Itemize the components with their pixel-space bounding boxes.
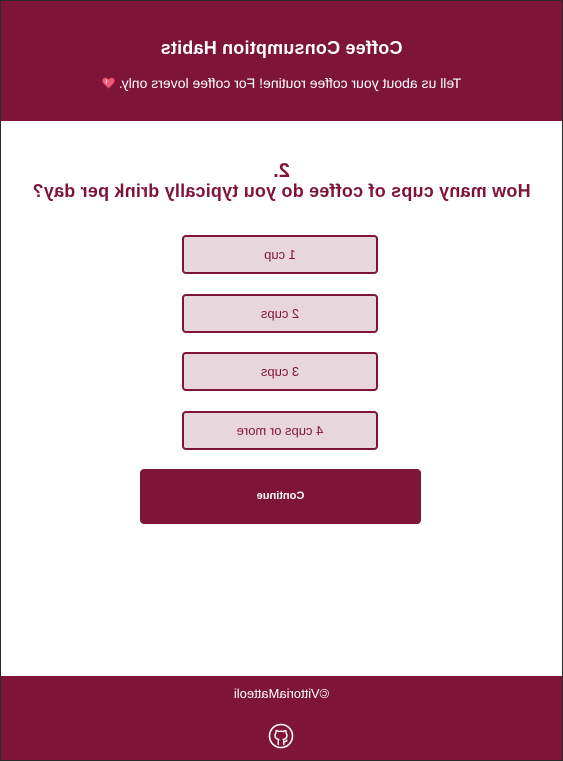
option-1-cup[interactable]: 1 cup: [182, 235, 378, 274]
page-title: Coffee Consumption Habits: [160, 38, 403, 58]
survey-page: Coffee Consumption Habits Tell us about …: [0, 0, 563, 761]
heart-icon: [101, 77, 115, 89]
page-subtitle: Tell us about your coffee routine! For c…: [1, 75, 562, 91]
option-4-cups-or-more[interactable]: 4 cups or more: [182, 411, 378, 450]
question-number: 2.: [273, 160, 290, 182]
subtitle-text: Tell us about your coffee routine! For c…: [118, 75, 462, 91]
mirrored-viewport: Coffee Consumption Habits Tell us about …: [0, 0, 563, 761]
question-section: 2. How many cups of coffee do you typica…: [1, 121, 562, 676]
github-icon[interactable]: [268, 723, 294, 749]
page-header: Coffee Consumption Habits Tell us about …: [1, 1, 562, 121]
option-2-cups[interactable]: 2 cups: [182, 294, 378, 333]
option-3-cups[interactable]: 3 cups: [182, 352, 378, 391]
continue-button[interactable]: Continue: [140, 469, 421, 524]
question-text: How many cups of coffee do you typically…: [32, 181, 531, 201]
page-footer: ©VittoriaMatteoli: [1, 676, 562, 760]
footer-credit: ©VittoriaMatteoli: [233, 686, 330, 701]
